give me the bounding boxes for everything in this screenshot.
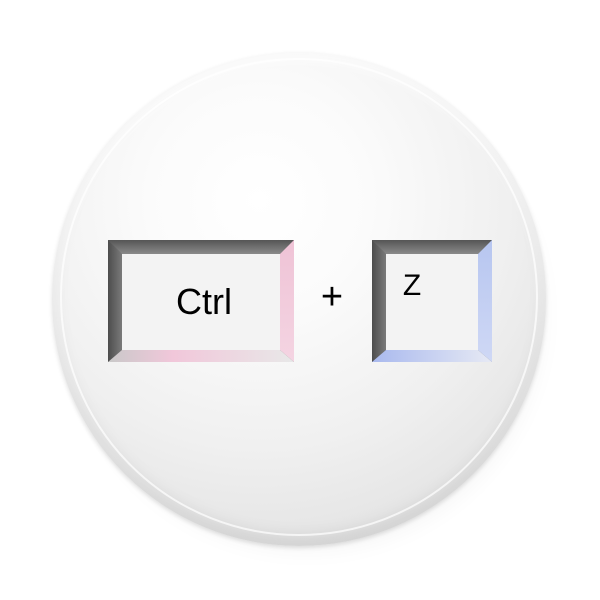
z-key-label: Z bbox=[403, 269, 421, 302]
z-key: Z bbox=[372, 240, 492, 362]
ctrl-key-label: Ctrl bbox=[176, 281, 232, 322]
plus-sign: + bbox=[321, 276, 343, 318]
shortcut-graphic: Ctrl + Z bbox=[108, 240, 492, 362]
pin-badge-scene: Ctrl + Z bbox=[0, 0, 600, 600]
ctrl-key: Ctrl bbox=[108, 240, 294, 362]
